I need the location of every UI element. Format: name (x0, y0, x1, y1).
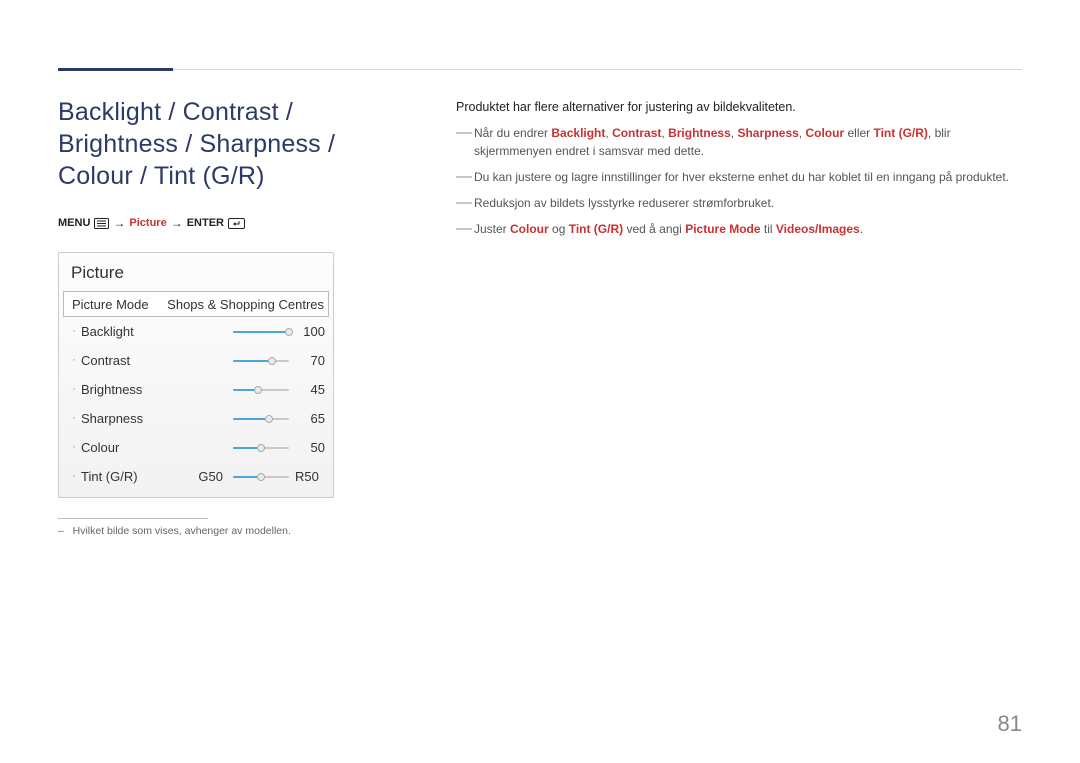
slider-value: 65 (295, 411, 325, 426)
slider[interactable] (233, 356, 289, 366)
slider-label: Colour (81, 440, 227, 455)
slider-row[interactable]: · Brightness 45 (59, 375, 333, 404)
bullet-icon: · (71, 413, 77, 424)
menu-icon (94, 218, 109, 229)
left-column: Backlight / Contrast / Brightness / Shar… (58, 96, 388, 537)
slider-label: Tint (G/R) (81, 469, 191, 484)
slider-label: Contrast (81, 353, 227, 368)
sliders-container: · Backlight 100 · Contrast 70 · Brightness 45 · Sh… (59, 317, 333, 462)
note-text: Reduksjon av bildets lysstyrke reduserer… (474, 194, 1021, 212)
slider-label: Sharpness (81, 411, 227, 426)
enter-icon (228, 218, 245, 229)
breadcrumb: MENU → Picture → ENTER (58, 216, 388, 230)
slider-label: Brightness (81, 382, 227, 397)
header-accent (58, 68, 173, 71)
bullet-icon: · (71, 442, 77, 453)
footnote: – Hvilket bilde som vises, avhenger av m… (58, 525, 388, 537)
slider-value: 100 (295, 324, 325, 339)
breadcrumb-arrow: → (113, 216, 125, 230)
note-3: ― Reduksjon av bildets lysstyrke reduser… (456, 194, 1021, 212)
slider-row[interactable]: · Sharpness 65 (59, 404, 333, 433)
dash-icon: ― (456, 124, 474, 160)
page: Backlight / Contrast / Brightness / Shar… (0, 0, 1080, 763)
bullet-icon: · (71, 355, 77, 366)
dash-icon: ― (456, 168, 474, 186)
slider[interactable] (233, 385, 289, 395)
note-text: Når du endrer Backlight, Contrast, Brigh… (474, 124, 1021, 160)
note-1: ― Når du endrer Backlight, Contrast, Bri… (456, 124, 1021, 160)
tint-right-value: R50 (295, 469, 325, 484)
dash-icon: ― (456, 194, 474, 212)
slider-value: 50 (295, 440, 325, 455)
note-text: Du kan justere og lagre innstillinger fo… (474, 168, 1021, 186)
body-intro: Produktet har flere alternativer for jus… (456, 100, 1021, 114)
bullet-icon: · (71, 384, 77, 395)
tint-row[interactable]: · Tint (G/R) G50 R50 (59, 462, 333, 491)
slider[interactable] (233, 327, 289, 337)
bullet-icon: · (71, 326, 77, 337)
slider[interactable] (233, 443, 289, 453)
slider-row[interactable]: · Colour 50 (59, 433, 333, 462)
slider-value: 70 (295, 353, 325, 368)
note-2: ― Du kan justere og lagre innstillinger … (456, 168, 1021, 186)
note-4: ― Juster Colour og Tint (G/R) ved å angi… (456, 220, 1021, 238)
slider-row[interactable]: · Contrast 70 (59, 346, 333, 375)
picture-mode-label: Picture Mode (72, 297, 167, 312)
breadcrumb-arrow: → (171, 216, 183, 230)
panel-title: Picture (59, 253, 333, 291)
dash-icon: ― (456, 220, 474, 238)
page-number: 81 (998, 711, 1022, 737)
page-title: Backlight / Contrast / Brightness / Shar… (58, 96, 388, 192)
bullet-icon: · (71, 471, 77, 482)
header-divider (58, 69, 1022, 70)
footnote-divider (58, 518, 208, 519)
picture-mode-row[interactable]: Picture Mode Shops & Shopping Centres (63, 291, 329, 317)
picture-panel: Picture Picture Mode Shops & Shopping Ce… (58, 252, 334, 498)
picture-mode-value: Shops & Shopping Centres (167, 297, 324, 312)
slider[interactable] (233, 414, 289, 424)
note-text: Juster Colour og Tint (G/R) ved å angi P… (474, 220, 1021, 238)
breadcrumb-picture: Picture (129, 217, 166, 229)
slider-row[interactable]: · Backlight 100 (59, 317, 333, 346)
breadcrumb-menu: MENU (58, 217, 90, 229)
right-column: Produktet har flere alternativer for jus… (456, 100, 1021, 246)
tint-left-value: G50 (191, 469, 223, 484)
tint-slider[interactable] (233, 472, 289, 482)
breadcrumb-enter: ENTER (187, 217, 224, 229)
slider-value: 45 (295, 382, 325, 397)
slider-label: Backlight (81, 324, 227, 339)
